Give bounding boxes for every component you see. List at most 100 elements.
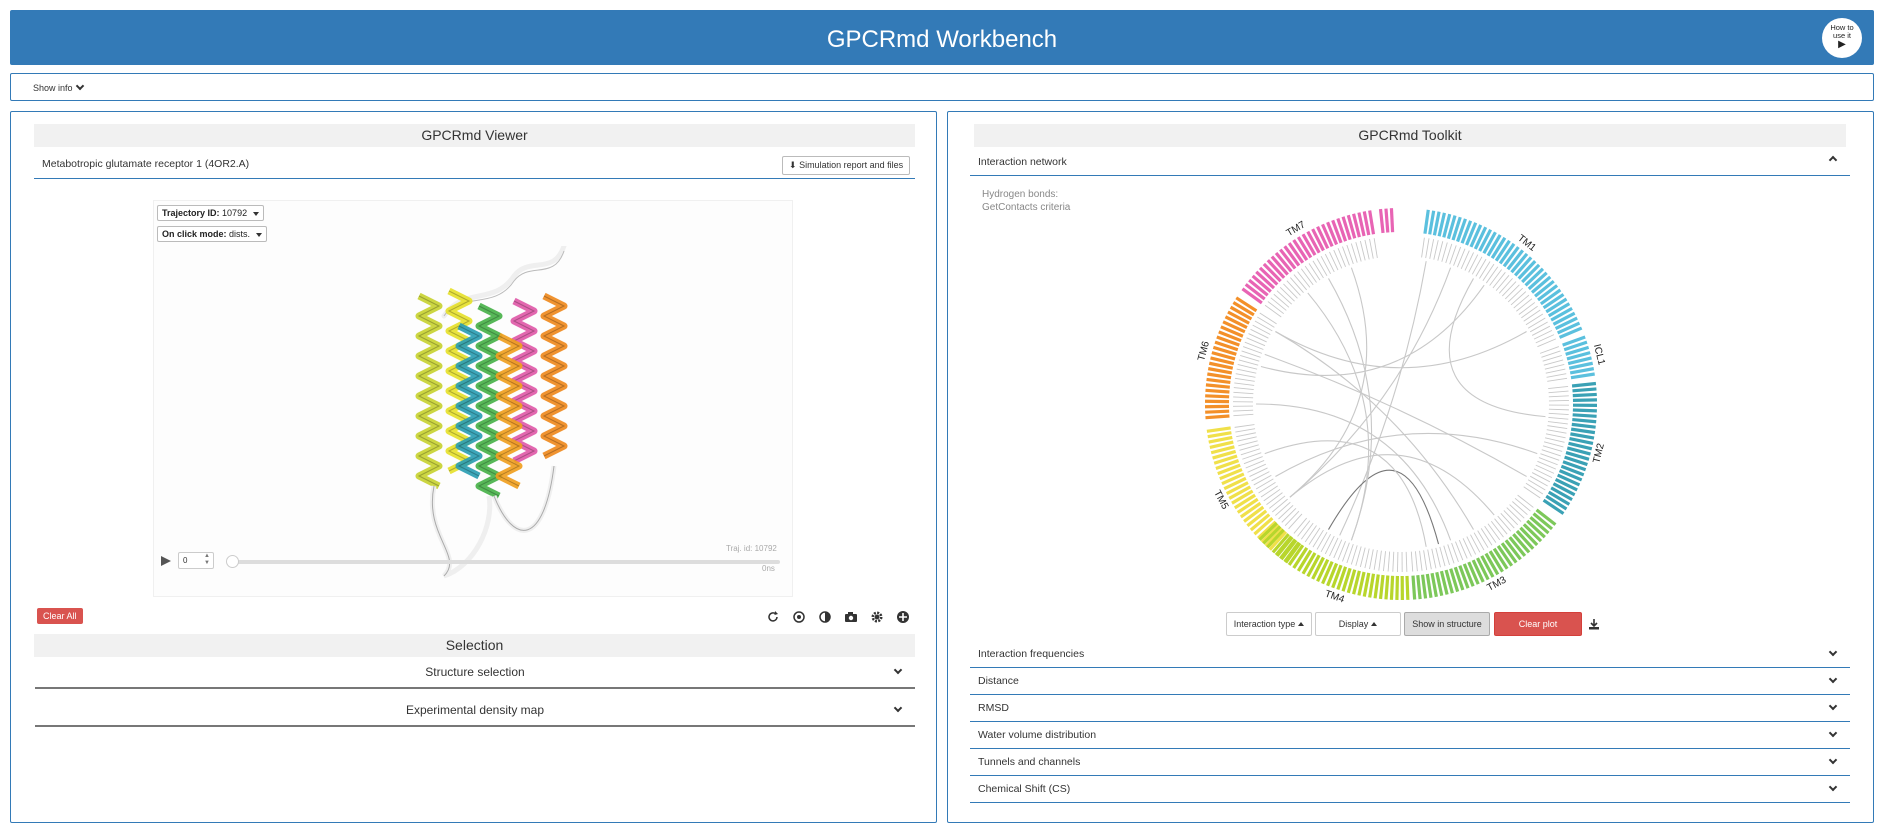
distance-toggle[interactable]: Distance: [970, 668, 1850, 695]
clear-all-button[interactable]: Clear All: [37, 608, 83, 624]
residue-tick: [1277, 291, 1292, 304]
segment-tick: [1207, 379, 1231, 382]
residue-tick: [1470, 535, 1479, 553]
interaction-chord[interactable]: [1275, 433, 1537, 476]
segment-tick: [1573, 394, 1597, 395]
frame-slider-track[interactable]: [232, 560, 780, 564]
residue-tick: [1249, 468, 1267, 477]
trajectory-select[interactable]: Trajectory ID: 10792: [157, 205, 264, 221]
structure-selection-toggle[interactable]: Structure selection: [35, 657, 915, 689]
how-to-use-button[interactable]: How to use it ▶: [1822, 18, 1862, 58]
camera-icon[interactable]: [844, 610, 858, 624]
residue-tick: [1532, 326, 1550, 335]
interaction-chord[interactable]: [1265, 354, 1527, 476]
interaction-type-label: Interaction type: [1234, 619, 1296, 629]
segment-tick: [1205, 396, 1229, 397]
simulation-report-label: Simulation report and files: [799, 160, 903, 170]
residue-tick: [1406, 552, 1407, 572]
section-label: Interaction frequencies: [978, 648, 1084, 660]
residue-tick: [1549, 413, 1569, 414]
frame-input[interactable]: 0 ▲▼: [178, 552, 214, 569]
residue-tick: [1530, 322, 1547, 332]
protein-structure[interactable]: [404, 246, 604, 586]
interaction-network-toggle[interactable]: Interaction network: [970, 149, 1850, 176]
segment-tick: [1572, 389, 1596, 391]
residue-tick: [1536, 335, 1554, 343]
interaction-chord[interactable]: [1290, 455, 1494, 515]
residue-tick: [1432, 549, 1436, 569]
residue-tick: [1234, 383, 1254, 386]
simulation-report-button[interactable]: ⬇ Simulation report and files: [782, 156, 910, 175]
tunnels-channels-toggle[interactable]: Tunnels and channels: [970, 749, 1850, 776]
residue-tick: [1305, 266, 1316, 282]
residue-tick: [1521, 306, 1537, 318]
rmsd-toggle[interactable]: RMSD: [970, 695, 1850, 722]
residue-tick: [1420, 551, 1423, 571]
segment-tick: [1570, 369, 1594, 373]
residue-tick: [1438, 241, 1443, 260]
residue-tick: [1317, 532, 1327, 549]
interaction-flareplot[interactable]: TM1ICL1TM2TM3TM4TM5TM6TM7: [1191, 194, 1611, 614]
chevron-down-icon: [1829, 783, 1837, 791]
residue-tick: [1248, 464, 1266, 472]
molecular-viewer[interactable]: Trajectory ID: 10792 On click mode: dist…: [153, 200, 793, 597]
show-in-structure-button[interactable]: Show in structure: [1404, 612, 1490, 636]
segment-label: ICL1: [1591, 343, 1607, 367]
density-map-toggle[interactable]: Experimental density map: [35, 695, 915, 727]
interaction-chord[interactable]: [1275, 332, 1473, 530]
interaction-chord[interactable]: [1275, 332, 1526, 368]
segment-tick: [1397, 576, 1398, 600]
residue-tick: [1236, 433, 1256, 437]
stepper-icon: ▲▼: [204, 553, 210, 567]
residue-tick: [1534, 469, 1552, 478]
residue-tick: [1411, 552, 1412, 572]
interaction-chord[interactable]: [1265, 441, 1426, 547]
residue-tick: [1544, 442, 1563, 447]
segment-tick: [1205, 411, 1229, 412]
toolkit-panel: GPCRmd Toolkit Interaction network Hydro…: [947, 111, 1874, 823]
residue-tick: [1274, 294, 1289, 307]
residue-tick: [1483, 264, 1494, 281]
interaction-chord[interactable]: [1329, 470, 1439, 544]
chemical-shift-toggle[interactable]: Chemical Shift (CS): [970, 776, 1850, 803]
residue-tick: [1388, 552, 1390, 572]
residue-tick: [1547, 374, 1567, 378]
show-info-toggle[interactable]: Show info: [33, 83, 83, 93]
residue-tick: [1499, 278, 1512, 293]
center-icon[interactable]: [792, 610, 806, 624]
residue-tick: [1488, 524, 1500, 540]
residue-tick: [1514, 295, 1529, 308]
clear-plot-button[interactable]: Clear plot: [1494, 612, 1582, 636]
interaction-frequencies-toggle[interactable]: Interaction frequencies: [970, 641, 1850, 668]
interaction-chord[interactable]: [1308, 293, 1369, 540]
refresh-icon[interactable]: [766, 610, 780, 624]
residue-tick: [1486, 267, 1498, 283]
residue-tick: [1261, 486, 1278, 497]
contrast-icon[interactable]: [818, 610, 832, 624]
click-mode-select[interactable]: On click mode: dists.: [157, 226, 267, 242]
interaction-chord[interactable]: [1256, 404, 1451, 540]
chevron-down-icon: [894, 666, 902, 674]
residue-tick: [1370, 549, 1374, 569]
interaction-type-button[interactable]: Interaction type: [1226, 612, 1312, 636]
residue-tick: [1426, 238, 1429, 258]
segment-label: TM1: [1515, 233, 1538, 254]
residue-tick: [1516, 299, 1532, 312]
gear-icon[interactable]: [870, 610, 884, 624]
play-button[interactable]: [160, 555, 172, 567]
water-volume-toggle[interactable]: Water volume distribution: [970, 722, 1850, 749]
residue-tick: [1298, 521, 1310, 537]
download-icon[interactable]: [1588, 618, 1600, 630]
residue-tick: [1526, 314, 1543, 325]
frame-slider-handle[interactable]: [226, 555, 239, 568]
segment-tick: [1573, 415, 1597, 417]
residue-tick: [1434, 240, 1438, 260]
residue-tick: [1251, 329, 1269, 338]
residue-tick: [1283, 284, 1297, 298]
caret-down-icon: [253, 212, 259, 216]
residue-tick: [1317, 259, 1327, 276]
residue-tick: [1275, 502, 1290, 515]
fullscreen-icon[interactable]: [896, 610, 910, 624]
display-button[interactable]: Display: [1315, 612, 1401, 636]
show-info-bar[interactable]: Show info: [10, 73, 1874, 101]
